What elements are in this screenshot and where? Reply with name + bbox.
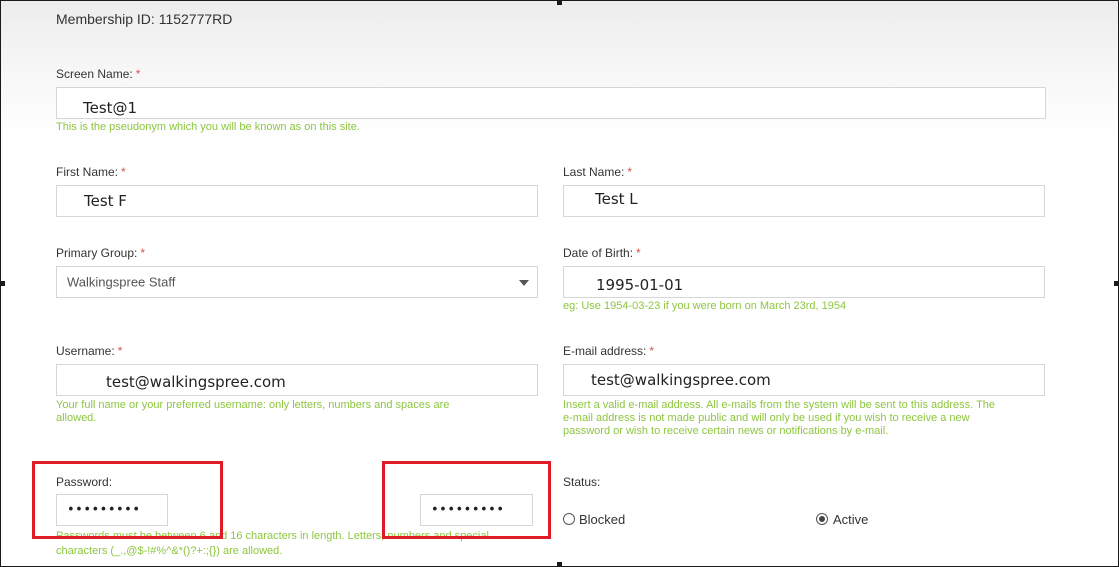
chevron-down-icon — [519, 280, 529, 286]
required-marker: * — [649, 344, 655, 358]
username-label: Username: * — [56, 344, 123, 358]
confirm-password-highlight-box — [382, 461, 551, 539]
dob-input[interactable]: 1995-01-01 — [563, 266, 1045, 298]
required-marker: * — [117, 344, 123, 358]
status-active-radio[interactable] — [816, 513, 828, 525]
email-hint: Insert a valid e-mail address. All e-mai… — [563, 399, 996, 437]
status-blocked-label: Blocked — [579, 512, 626, 527]
first-name-value: Test F — [84, 192, 127, 210]
first-name-label: First Name: * — [56, 165, 126, 179]
primary-group-label: Primary Group: * — [56, 246, 146, 260]
resize-handle-right[interactable] — [1114, 281, 1119, 286]
username-input[interactable]: test@walkingspree.com — [56, 364, 538, 396]
screen-name-hint: This is the pseudonym which you will be … — [56, 121, 360, 133]
email-label: E-mail address: * — [563, 344, 655, 358]
email-value: test@walkingspree.com — [591, 371, 771, 389]
primary-group-selected: Walkingspree Staff — [67, 274, 176, 290]
required-marker: * — [627, 165, 633, 179]
resize-handle-bottom[interactable] — [557, 562, 562, 567]
resize-handle-left[interactable] — [0, 281, 5, 286]
status-active-label: Active — [833, 512, 869, 527]
required-marker: * — [140, 246, 146, 260]
dob-label: Date of Birth: * — [563, 246, 641, 260]
dob-hint: eg: Use 1954-03-23 if you were born on M… — [563, 300, 847, 312]
screen-name-label: Screen Name: * — [56, 67, 141, 81]
email-input[interactable]: test@walkingspree.com — [563, 364, 1045, 396]
last-name-input[interactable]: Test L — [563, 185, 1045, 217]
required-marker: * — [636, 246, 641, 260]
membership-id: Membership ID: 1152777RD — [56, 11, 233, 27]
required-marker: * — [121, 165, 126, 179]
username-hint: Your full name or your preferred usernam… — [56, 399, 450, 424]
first-name-input[interactable]: Test F — [56, 185, 538, 217]
status-label: Status: — [563, 475, 601, 489]
last-name-value: Test L — [595, 190, 638, 208]
required-marker: * — [135, 67, 141, 81]
status-blocked-radio[interactable] — [563, 513, 575, 525]
password-highlight-box — [32, 461, 223, 539]
last-name-label: Last Name: * — [563, 165, 633, 179]
screen-name-value: Test@1 — [83, 99, 138, 117]
primary-group-select[interactable]: Walkingspree Staff — [56, 266, 538, 298]
resize-handle-top[interactable] — [557, 0, 562, 5]
username-value: test@walkingspree.com — [106, 373, 286, 391]
dob-value: 1995-01-01 — [596, 276, 684, 294]
screen-name-input[interactable]: Test@1 — [56, 87, 1046, 119]
